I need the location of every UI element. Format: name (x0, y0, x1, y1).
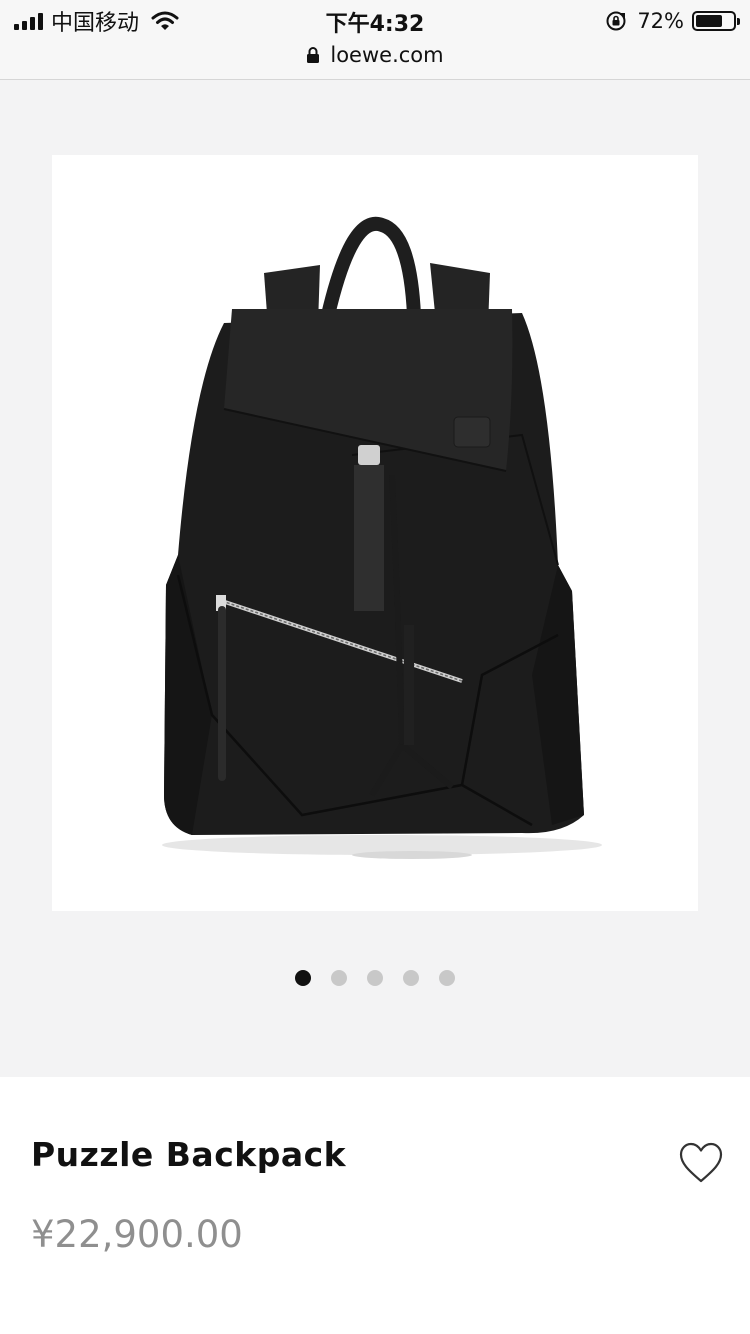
backpack-image[interactable] (52, 155, 698, 911)
carousel-dot-3[interactable] (367, 970, 383, 986)
carousel-dot-5[interactable] (439, 970, 455, 986)
url-text[interactable]: loewe.com (330, 43, 443, 67)
carousel-pagination[interactable] (0, 970, 750, 986)
battery-icon (692, 11, 740, 31)
product-info: Puzzle Backpack ¥22,900.00 (0, 1077, 750, 1334)
backpack-illustration (162, 216, 602, 859)
address-bar[interactable]: loewe.com (0, 40, 750, 70)
product-title: Puzzle Backpack (31, 1135, 347, 1174)
padlock-icon (307, 47, 320, 63)
status-right: 72% (605, 6, 740, 36)
battery-percent: 72% (637, 9, 684, 33)
product-price: ¥22,900.00 (31, 1213, 243, 1256)
product-gallery[interactable] (0, 80, 750, 1077)
carousel-dot-1[interactable] (295, 970, 311, 986)
carousel-dot-4[interactable] (403, 970, 419, 986)
status-bar: 中国移动 下午4:32 72% loewe.com (0, 0, 750, 80)
heart-icon[interactable] (678, 1141, 724, 1185)
rotation-lock-icon (606, 11, 626, 31)
carousel-dot-2[interactable] (331, 970, 347, 986)
battery-level (696, 15, 722, 27)
